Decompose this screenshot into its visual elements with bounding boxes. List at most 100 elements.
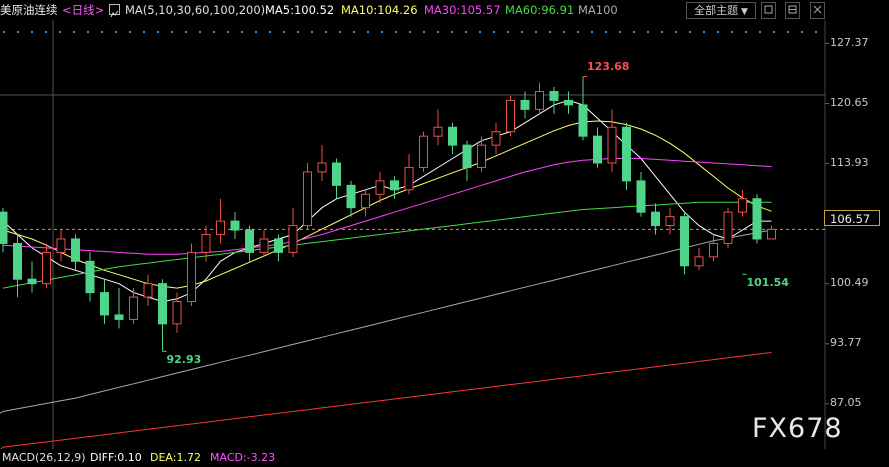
candle: [375, 171, 385, 204]
candle-body-up: [143, 283, 153, 298]
candle-body-up: [216, 220, 225, 235]
candle-body-down: [593, 135, 602, 164]
candle: [361, 189, 370, 217]
candle: [27, 261, 37, 293]
ma100-line: [0, 229, 772, 414]
candle-body-up: [738, 198, 747, 213]
candle: [85, 252, 95, 302]
candle: [520, 91, 530, 119]
candle: [42, 243, 51, 289]
candle: [114, 288, 124, 329]
candle: [143, 274, 153, 306]
macd-bar: MACD(26,12,9) DIFF:0.10 DEA:1.72 MACD:-3…: [0, 449, 889, 467]
candle-body-down: [462, 144, 472, 168]
ma30-line: [2, 158, 772, 255]
candle: [288, 207, 298, 257]
candle-body-up: [404, 166, 414, 191]
y-tick-label: 93.77: [830, 335, 862, 349]
candle-body-up: [491, 131, 501, 146]
candle: [665, 207, 675, 235]
candle: [230, 212, 240, 239]
candle: [100, 279, 109, 324]
candle: [317, 145, 327, 181]
candle: [245, 225, 254, 262]
candle-body-down: [27, 278, 37, 285]
candle: [187, 243, 196, 306]
candle-body-down: [549, 91, 559, 101]
candle-body-up: [172, 301, 182, 325]
candle: [332, 158, 341, 199]
candle-body-down: [448, 126, 457, 146]
candle-body-up: [317, 162, 327, 173]
candle-body-up: [129, 296, 138, 320]
candle-body-down: [0, 211, 8, 244]
candle-body-down: [114, 314, 124, 320]
candle: [433, 109, 443, 146]
candle-body-up: [259, 238, 269, 253]
candle: [549, 87, 559, 114]
candle-body-up: [201, 234, 211, 253]
candle: [607, 109, 617, 172]
macd-diff-value: DIFF:0.10: [90, 451, 142, 464]
candle-body-down: [71, 238, 80, 262]
candle: [578, 76, 588, 141]
candle-body-down: [274, 238, 283, 253]
candle-body-up: [506, 99, 515, 133]
candle: [709, 234, 718, 262]
candle-body-up: [433, 126, 443, 137]
moving-average-lines: [0, 99, 772, 451]
candle: [636, 171, 646, 217]
candle: [535, 82, 544, 114]
candle-body-down: [390, 180, 399, 191]
candlestick-chart[interactable]: [0, 0, 889, 467]
price-annotation: 92.93: [166, 353, 202, 367]
candle: [419, 131, 428, 172]
y-tick-label: 127.37: [830, 35, 869, 49]
candle: [259, 230, 269, 257]
y-tick-label: 120.65: [830, 95, 869, 109]
last-price-label: 106.57: [824, 210, 880, 226]
candle: [680, 212, 689, 275]
watermark-logo: FX678: [752, 413, 843, 444]
candle-body-up: [665, 216, 675, 227]
candle: [172, 292, 182, 333]
candle-body-down: [622, 126, 631, 182]
candle: [752, 194, 762, 244]
candle: [694, 247, 704, 271]
candle-body-up: [535, 91, 544, 110]
candle: [71, 234, 80, 271]
candle-body-down: [85, 260, 95, 294]
candle: [13, 234, 22, 298]
candle-body-up: [56, 238, 66, 253]
candle: [723, 207, 733, 248]
ma200-line: [0, 352, 772, 451]
chart-grid: [0, 20, 829, 449]
candle: [346, 180, 356, 217]
candle: [651, 203, 660, 235]
ma5-line: [2, 99, 772, 303]
candle-body-up: [709, 242, 718, 258]
y-tick-label: 113.93: [830, 155, 869, 169]
candle-body-up: [694, 256, 704, 267]
candle: [303, 163, 312, 231]
candle-body-down: [13, 242, 22, 280]
candle-body-down: [245, 229, 254, 253]
candle-body-up: [477, 144, 486, 168]
candle-body-up: [42, 251, 51, 285]
y-tick-label: 100.49: [830, 275, 869, 289]
candle-body-up: [361, 193, 370, 209]
candle-body-up: [767, 228, 776, 240]
candle: [622, 122, 631, 190]
candle-body-up: [723, 211, 733, 244]
candle: [506, 95, 515, 137]
candle: [56, 230, 66, 262]
macd-dea-value: DEA:1.72: [150, 451, 201, 464]
candle-body-down: [332, 162, 341, 186]
candle: [477, 136, 486, 172]
candle: [593, 127, 602, 168]
candle: [448, 122, 457, 155]
candle-body-down: [680, 216, 689, 267]
candle-body-down: [158, 283, 167, 325]
candle-body-down: [578, 104, 588, 137]
candle: [738, 189, 747, 217]
